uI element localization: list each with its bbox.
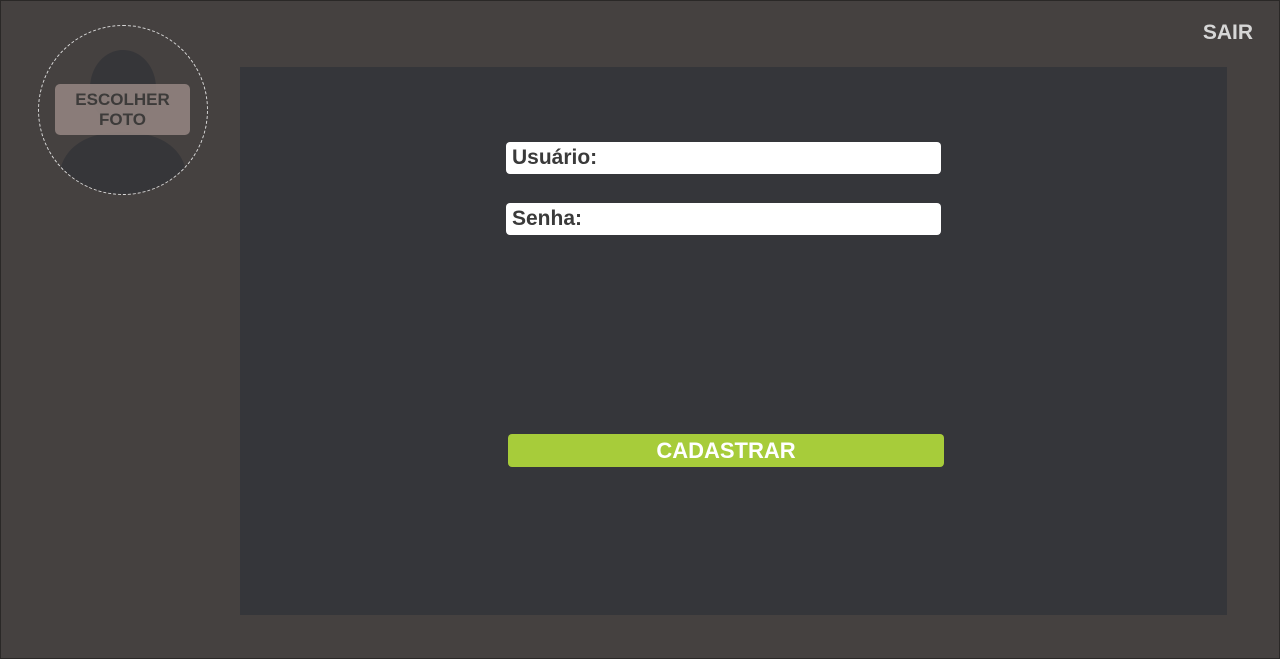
choose-photo-button[interactable]: ESCOLHER FOTO: [55, 84, 190, 135]
username-input[interactable]: [597, 144, 941, 172]
avatar[interactable]: ESCOLHER FOTO: [38, 25, 208, 195]
register-button[interactable]: CADASTRAR: [508, 434, 944, 467]
choose-photo-label-line2: FOTO: [99, 109, 146, 129]
password-field[interactable]: Senha:: [506, 203, 941, 235]
main-panel: Usuário: Senha: CADASTRAR: [240, 67, 1227, 615]
choose-photo-label-line1: ESCOLHER: [75, 89, 170, 109]
password-input[interactable]: [582, 205, 941, 233]
username-field[interactable]: Usuário:: [506, 142, 941, 174]
app-window: SAIR ESCOLHER FOTO Usuário: Senha: CADAS…: [0, 0, 1280, 659]
username-label: Usuário:: [512, 146, 598, 169]
exit-link[interactable]: SAIR: [1203, 21, 1253, 45]
password-label: Senha:: [512, 207, 583, 230]
